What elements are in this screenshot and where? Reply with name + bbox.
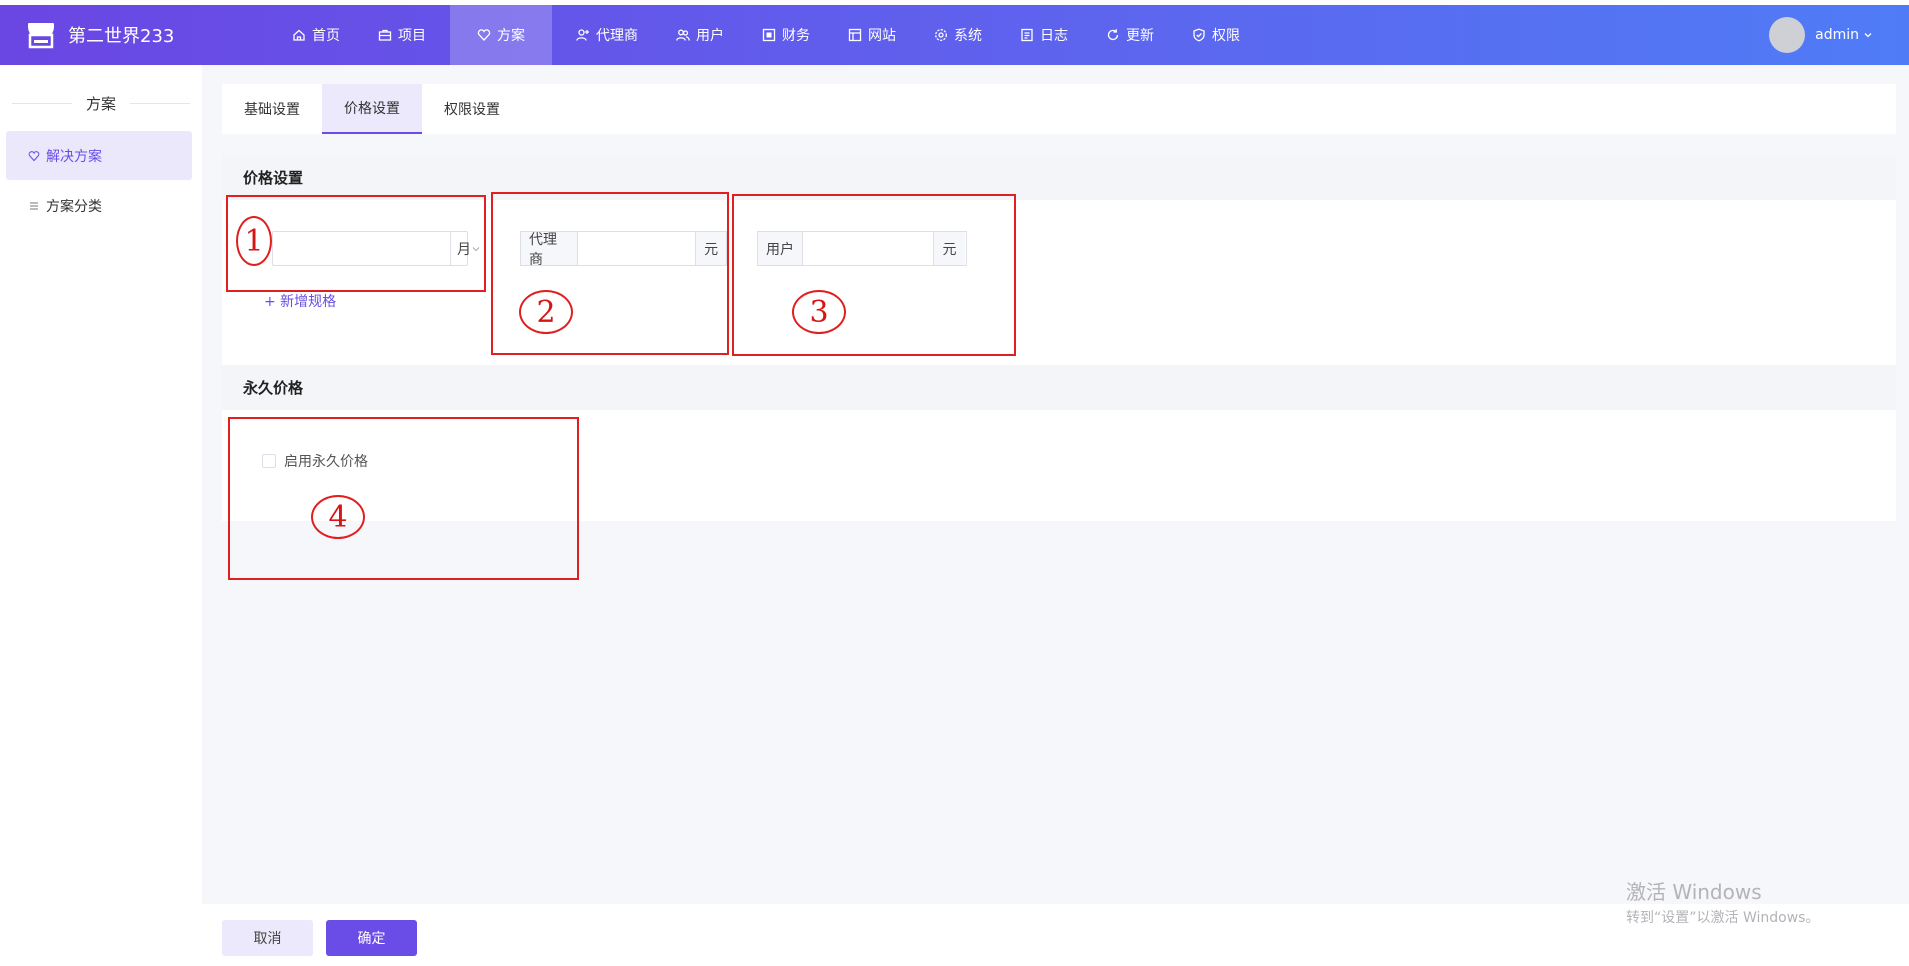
add-spec-link[interactable]: + 新增规格: [264, 291, 336, 311]
nav-logs[interactable]: 日志: [1006, 5, 1082, 65]
nav-label: 代理商: [596, 28, 638, 44]
nav-finance[interactable]: 财务: [748, 5, 824, 65]
tab-basic-settings[interactable]: 基础设置: [222, 84, 322, 134]
user-menu[interactable]: admin: [1769, 17, 1873, 53]
nav-label: 日志: [1040, 28, 1068, 44]
nav-label: 系统: [954, 28, 982, 44]
sidebar-item-solutions[interactable]: 解决方案: [6, 131, 192, 180]
sidebar: 方案 解决方案 方案分类: [0, 65, 202, 966]
brand-name: 第二世界233: [68, 26, 175, 47]
shield-check-icon: [1193, 28, 1205, 42]
brand[interactable]: 第二世界233: [26, 20, 174, 50]
document-icon: [1021, 28, 1033, 42]
nav-label: 方案: [497, 28, 525, 44]
sidebar-item-categories[interactable]: 方案分类: [6, 181, 192, 230]
nav-label: 权限: [1212, 28, 1240, 44]
user-name: admin: [1815, 27, 1859, 43]
nav-agents[interactable]: 代理商: [562, 5, 652, 65]
user-plus-icon: [576, 29, 589, 41]
nav-projects[interactable]: 项目: [364, 5, 440, 65]
activation-watermark: 激活 Windows 转到“设置”以激活 Windows。: [1626, 876, 1819, 927]
settings-tabs: 基础设置 价格设置 权限设置: [222, 84, 1896, 134]
cancel-button[interactable]: 取消: [222, 920, 313, 956]
nav-label: 首页: [312, 28, 340, 44]
layout-icon: [848, 28, 862, 42]
nav-solutions[interactable]: 方案: [450, 5, 552, 65]
nav-label: 网站: [868, 28, 896, 44]
home-icon: [293, 29, 305, 41]
section-title: 价格设置: [222, 155, 1896, 200]
briefcase-icon: [378, 29, 392, 41]
gear-icon: [935, 29, 947, 41]
nav-permissions[interactable]: 权限: [1178, 5, 1254, 65]
sidebar-item-label: 解决方案: [46, 148, 102, 165]
nav-label: 财务: [782, 28, 810, 44]
users-icon: [676, 29, 690, 41]
annotation-box: [732, 194, 1016, 356]
main-nav: 首页 项目 方案 代理商 用户 财务 网站 系统 日志 更新 权限: [278, 5, 1264, 65]
list-icon: [30, 202, 38, 209]
nav-label: 更新: [1126, 28, 1154, 44]
watermark-title: 激活 Windows: [1626, 880, 1762, 904]
nav-updates[interactable]: 更新: [1092, 5, 1168, 65]
nav-users[interactable]: 用户: [662, 5, 738, 65]
nav-label: 项目: [398, 28, 426, 44]
tab-price-settings[interactable]: 价格设置: [322, 84, 422, 134]
annotation-box: [228, 417, 579, 580]
watermark-subtitle: 转到“设置”以激活 Windows。: [1626, 910, 1820, 926]
annotation-number: 4: [311, 495, 365, 539]
heart-icon: [28, 150, 40, 161]
annotation-number: 2: [519, 290, 573, 334]
top-navigation-bar: 第二世界233 首页 项目 方案 代理商 用户 财务 网站 系统 日志 更新 权…: [0, 5, 1909, 65]
confirm-button[interactable]: 确定: [326, 920, 417, 956]
sidebar-item-label: 方案分类: [46, 198, 102, 215]
tab-permission-settings[interactable]: 权限设置: [422, 84, 522, 134]
store-icon: [28, 23, 54, 49]
refresh-icon: [1107, 29, 1119, 41]
nav-home[interactable]: 首页: [278, 5, 354, 65]
sidebar-title: 方案: [0, 93, 202, 114]
chevron-down-icon: [1864, 33, 1872, 38]
nav-website[interactable]: 网站: [834, 5, 910, 65]
avatar[interactable]: [1769, 17, 1806, 53]
annotation-number: 1: [236, 216, 272, 266]
heart-icon: [477, 29, 491, 41]
annotation-box: [491, 192, 729, 355]
nav-label: 用户: [696, 28, 724, 44]
finance-icon: [762, 28, 776, 42]
annotation-number: 3: [792, 290, 846, 334]
section-title: 永久价格: [222, 365, 1896, 410]
nav-system[interactable]: 系统: [920, 5, 996, 65]
